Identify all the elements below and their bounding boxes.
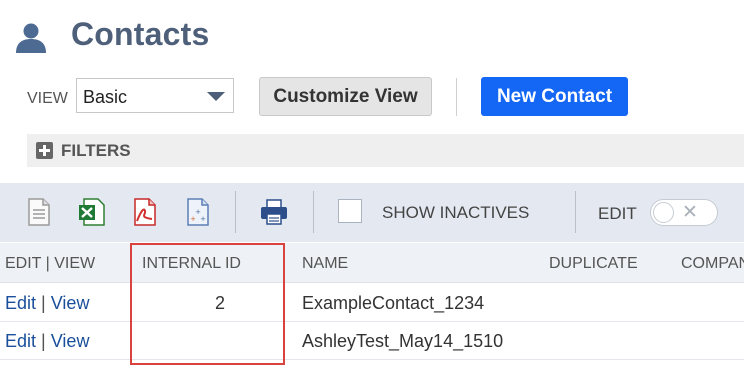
- view-label: VIEW: [27, 90, 68, 107]
- show-inactives-label: SHOW INACTIVES: [382, 203, 530, 222]
- csv-icon[interactable]: + + +: [183, 197, 211, 227]
- column-header-name[interactable]: NAME: [302, 255, 348, 273]
- filters-label: FILTERS: [61, 141, 131, 160]
- edit-mode-label: EDIT: [598, 204, 637, 223]
- toolbar: + + + SHOW INACTIVES EDIT ✕: [0, 183, 744, 242]
- toolbar-divider: [235, 191, 236, 233]
- divider: [456, 78, 457, 116]
- filters-toggle[interactable]: FILTERS: [27, 134, 744, 167]
- pdf-icon[interactable]: [130, 197, 158, 227]
- person-icon: [16, 23, 46, 53]
- column-header-company[interactable]: COMPAN: [681, 255, 744, 273]
- print-icon[interactable]: [259, 197, 289, 227]
- name-cell: AshleyTest_May14_1510: [302, 331, 504, 351]
- column-header-edit-view: EDIT | VIEW: [5, 255, 96, 272]
- column-header-duplicate[interactable]: DUPLICATE: [549, 255, 638, 273]
- edit-link[interactable]: Edit: [5, 293, 36, 313]
- document-icon[interactable]: [25, 197, 53, 227]
- toggle-knob: [653, 202, 674, 223]
- close-icon: ✕: [682, 202, 698, 223]
- plus-icon: [36, 142, 53, 159]
- chevron-down-icon: [207, 92, 225, 101]
- name-cell: ExampleContact_1234: [302, 293, 485, 313]
- new-contact-button[interactable]: New Contact: [481, 77, 628, 116]
- view-select[interactable]: Basic: [76, 78, 234, 113]
- view-link[interactable]: View: [51, 293, 90, 313]
- toolbar-divider: [313, 191, 314, 233]
- table-header: EDIT | VIEW INTERNAL ID NAME DUPLICATE C…: [0, 243, 744, 283]
- edit-mode-toggle[interactable]: ✕: [650, 199, 718, 226]
- toolbar-divider: [575, 191, 576, 233]
- show-inactives-checkbox[interactable]: [338, 199, 362, 223]
- link-separator: |: [41, 293, 46, 313]
- edit-link[interactable]: Edit: [5, 331, 36, 351]
- excel-icon[interactable]: [78, 197, 106, 227]
- view-link[interactable]: View: [51, 331, 90, 351]
- customize-view-button[interactable]: Customize View: [259, 77, 432, 116]
- table-row: Edit | View AshleyTest_May14_1510: [0, 322, 744, 360]
- view-select-value: Basic: [83, 87, 128, 107]
- page-title: Contacts: [71, 16, 210, 52]
- svg-text:+: +: [200, 215, 206, 223]
- svg-text:+: +: [190, 215, 196, 223]
- table-row: Edit | View 2 ExampleContact_1234: [0, 284, 744, 322]
- link-separator: |: [41, 331, 46, 351]
- highlight-annotation: [130, 243, 285, 365]
